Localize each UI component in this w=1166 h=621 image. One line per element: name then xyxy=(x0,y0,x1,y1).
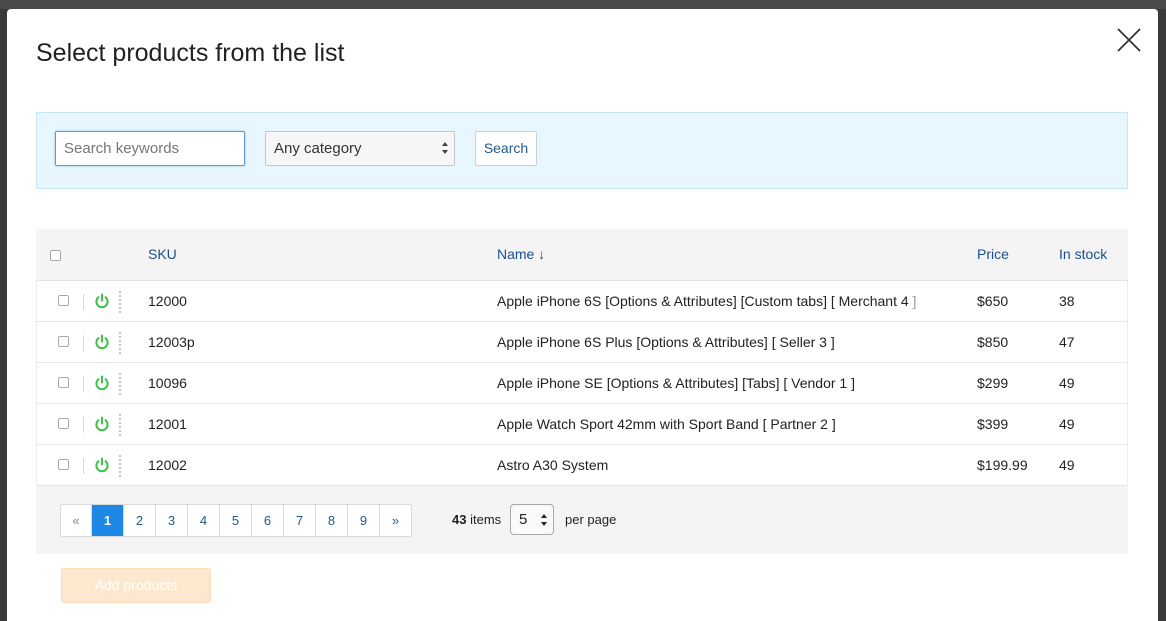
table-header: SKU Name ↓ Price In stock xyxy=(36,229,1128,281)
row-separator xyxy=(83,335,84,351)
row-sku: 12001 xyxy=(148,416,187,432)
row-separator xyxy=(83,417,84,433)
row-name[interactable]: Astro A30 System xyxy=(497,457,608,473)
select-all-checkbox[interactable] xyxy=(50,250,61,261)
category-select-value: Any category xyxy=(274,140,362,157)
row-checkbox[interactable] xyxy=(58,336,69,347)
column-header-in-stock[interactable]: In stock xyxy=(1059,246,1107,262)
search-keywords-input[interactable] xyxy=(55,131,245,166)
row-stock: 47 xyxy=(1059,334,1075,350)
backdrop xyxy=(0,0,1166,9)
items-total: 43 xyxy=(452,512,467,527)
pagination-page-2[interactable]: 2 xyxy=(124,505,156,536)
select-products-modal: Select products from the list Any catego… xyxy=(7,9,1158,621)
row-stock: 49 xyxy=(1059,457,1075,473)
row-checkbox[interactable] xyxy=(58,459,69,470)
table-row: 12000 Apple iPhone 6S [Options & Attribu… xyxy=(36,281,1128,322)
items-label: items xyxy=(470,512,502,527)
row-name[interactable]: Apple iPhone 6S Plus [Options & Attribut… xyxy=(497,334,835,350)
power-icon[interactable] xyxy=(94,375,110,391)
row-name[interactable]: Apple iPhone 6S [Options & Attributes] [… xyxy=(497,293,916,309)
power-icon[interactable] xyxy=(94,293,110,309)
pagination-bar: « 1 2 3 4 5 6 7 8 9 » 43 items 5 per pag… xyxy=(36,486,1128,554)
column-header-price[interactable]: Price xyxy=(977,246,1009,262)
pagination-page-1[interactable]: 1 xyxy=(92,505,124,536)
table-row: 10096 Apple iPhone SE [Options & Attribu… xyxy=(36,363,1128,404)
items-count: 43 items xyxy=(452,512,501,527)
row-name[interactable]: Apple Watch Sport 42mm with Sport Band [… xyxy=(497,416,836,432)
modal-title: Select products from the list xyxy=(36,39,345,67)
table-row: 12003p Apple iPhone 6S Plus [Options & A… xyxy=(36,322,1128,363)
column-header-name[interactable]: Name ↓ xyxy=(497,246,545,262)
pagination-page-4[interactable]: 4 xyxy=(188,505,220,536)
add-products-button[interactable]: Add products xyxy=(61,568,211,603)
row-sku: 12002 xyxy=(148,457,187,473)
column-header-sku[interactable]: SKU xyxy=(148,246,177,262)
row-actions-handle[interactable] xyxy=(119,373,121,395)
pagination-page-6[interactable]: 6 xyxy=(252,505,284,536)
pagination-page-8[interactable]: 8 xyxy=(316,505,348,536)
table-row: 12001 Apple Watch Sport 42mm with Sport … xyxy=(36,404,1128,445)
select-arrows-icon xyxy=(442,142,448,154)
pagination-page-9[interactable]: 9 xyxy=(348,505,380,536)
search-panel: Any category Search xyxy=(36,112,1128,189)
search-button[interactable]: Search xyxy=(475,131,537,166)
category-select[interactable]: Any category xyxy=(265,131,455,166)
row-separator xyxy=(83,294,84,310)
per-page-value: 5 xyxy=(519,511,528,528)
row-name-text: Apple iPhone 6S [Options & Attributes] [… xyxy=(497,293,909,309)
pagination-page-3[interactable]: 3 xyxy=(156,505,188,536)
power-icon[interactable] xyxy=(94,416,110,432)
row-actions-handle[interactable] xyxy=(119,291,121,313)
row-actions-handle[interactable] xyxy=(119,455,121,477)
row-price: $299 xyxy=(977,375,1009,391)
pagination-prev[interactable]: « xyxy=(61,505,92,536)
row-checkbox[interactable] xyxy=(58,295,69,306)
power-icon[interactable] xyxy=(94,334,110,350)
select-arrows-icon xyxy=(541,514,547,526)
row-name-tail: ] xyxy=(908,293,917,309)
row-separator xyxy=(83,376,84,392)
row-stock: 49 xyxy=(1059,416,1075,432)
row-stock: 49 xyxy=(1059,375,1075,391)
close-button[interactable] xyxy=(1116,27,1142,53)
pagination-page-5[interactable]: 5 xyxy=(220,505,252,536)
row-price: $199.99 xyxy=(977,457,1028,473)
row-checkbox[interactable] xyxy=(58,418,69,429)
close-icon xyxy=(1117,28,1141,52)
pagination-page-7[interactable]: 7 xyxy=(284,505,316,536)
row-separator xyxy=(83,458,84,474)
power-icon[interactable] xyxy=(94,457,110,473)
products-table: SKU Name ↓ Price In stock 12000 Apple iP… xyxy=(36,229,1128,554)
per-page-select[interactable]: 5 xyxy=(510,504,554,535)
table-row: 12002 Astro A30 System $199.99 49 xyxy=(36,445,1128,486)
row-actions-handle[interactable] xyxy=(119,332,121,354)
per-page-label: per page xyxy=(565,512,617,527)
row-price: $399 xyxy=(977,416,1009,432)
row-stock: 38 xyxy=(1059,293,1075,309)
pagination: « 1 2 3 4 5 6 7 8 9 » xyxy=(60,504,412,537)
row-sku: 12000 xyxy=(148,293,187,309)
row-name[interactable]: Apple iPhone SE [Options & Attributes] [… xyxy=(497,375,855,391)
pagination-next[interactable]: » xyxy=(380,505,411,536)
row-actions-handle[interactable] xyxy=(119,414,121,436)
row-checkbox[interactable] xyxy=(58,377,69,388)
row-sku: 12003p xyxy=(148,334,195,350)
row-price: $650 xyxy=(977,293,1009,309)
row-sku: 10096 xyxy=(148,375,187,391)
row-price: $850 xyxy=(977,334,1009,350)
